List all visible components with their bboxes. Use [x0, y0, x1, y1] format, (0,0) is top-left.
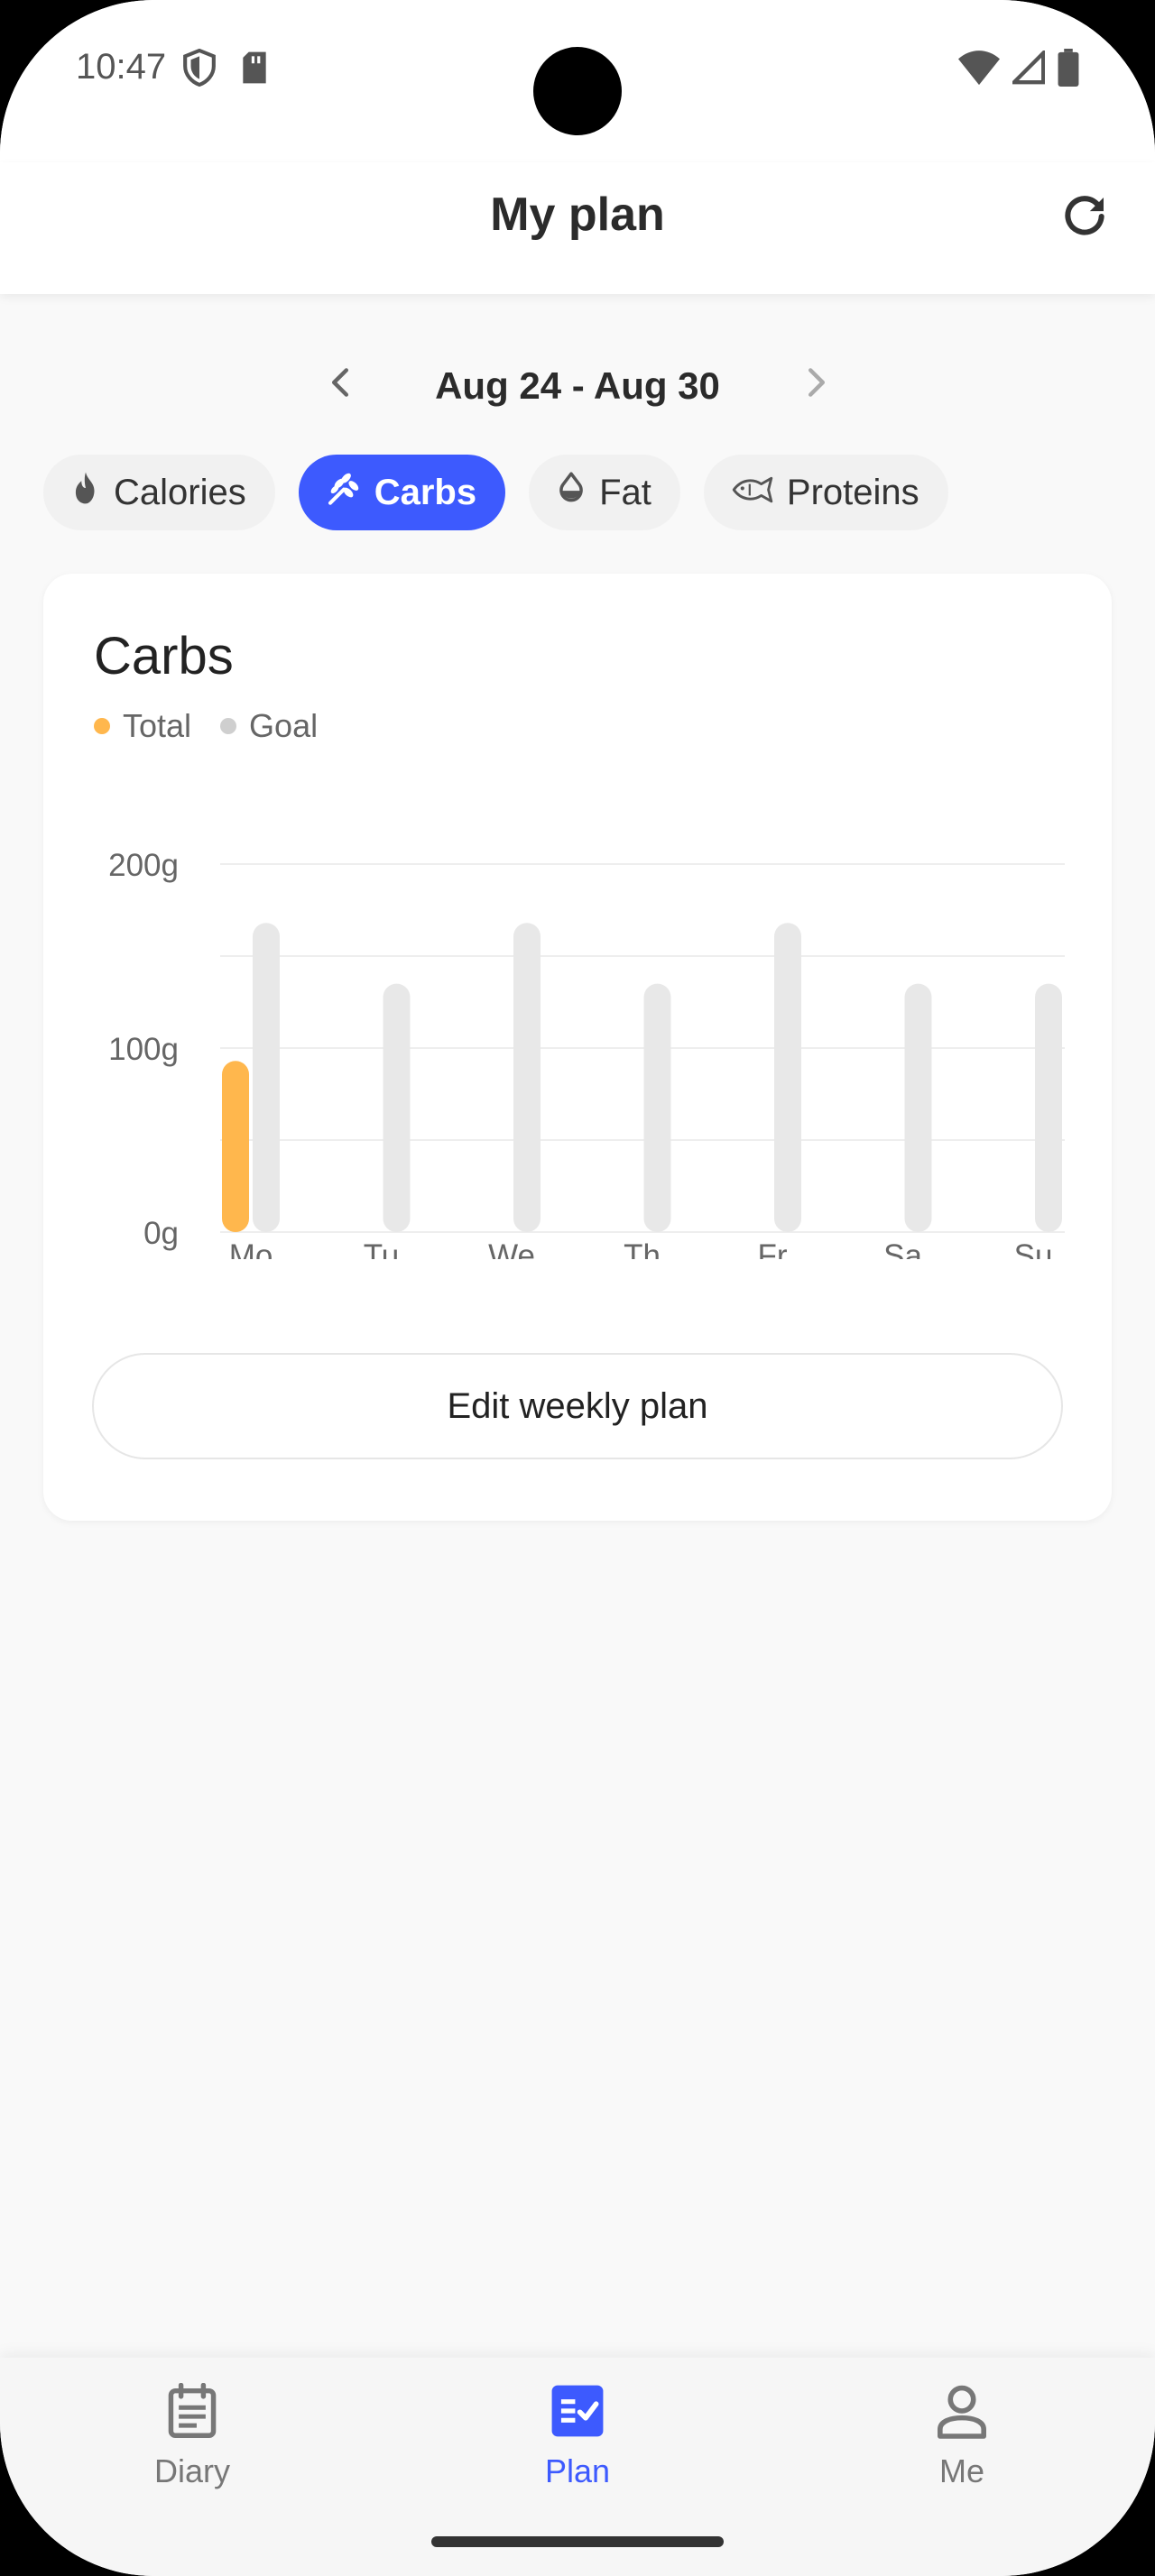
camera-cutout [533, 47, 622, 135]
bar-goal-sa [904, 983, 932, 1232]
nav-label: Plan [544, 2452, 611, 2489]
edit-weekly-plan-button[interactable]: Edit weekly plan [92, 1353, 1063, 1459]
battery-icon [1058, 49, 1079, 91]
bar-goal-tu [383, 983, 411, 1232]
chevron-right-icon [807, 367, 827, 402]
phone-screen: 10:47 My plan Aug 24 - Aug 30 Calories C… [0, 0, 1155, 2576]
legend-item-goal: Goal [220, 707, 318, 745]
bar-goal-mo [253, 923, 280, 1232]
bar-total-mo [222, 1061, 249, 1232]
diary-icon [165, 2382, 219, 2443]
page-title: My plan [490, 189, 665, 241]
refresh-icon [1059, 191, 1110, 246]
chip-label: Calories [114, 472, 246, 512]
bar-goal-fr [774, 923, 801, 1232]
fish-icon [731, 473, 774, 513]
bar-goal-we [513, 923, 541, 1232]
app-bar: My plan [0, 162, 1155, 294]
legend-label: Total [123, 707, 192, 744]
legend-item-total: Total [94, 707, 191, 745]
x-tick-label: Sa [883, 1238, 922, 1259]
x-tick-label: Tu [364, 1238, 400, 1259]
legend-label: Goal [249, 707, 319, 744]
nav-item-diary[interactable]: Diary [84, 2382, 300, 2490]
chip-fat[interactable]: Fat [529, 455, 680, 530]
shield-icon [182, 48, 217, 91]
chart-legend: Total Goal [94, 707, 318, 745]
y-tick-label: 0g [143, 1216, 179, 1251]
sd-card-icon [240, 51, 269, 89]
person-icon [937, 2383, 987, 2443]
chip-label: Carbs [374, 472, 477, 512]
y-tick-label: 200g [108, 848, 179, 883]
drop-icon [556, 471, 587, 514]
nav-label: Me [938, 2452, 984, 2489]
nav-item-plan[interactable]: Plan [469, 2383, 686, 2490]
x-tick-label: We [488, 1238, 535, 1259]
refresh-button[interactable] [1052, 186, 1117, 251]
chip-label: Proteins [786, 472, 919, 512]
x-tick-label: Th [624, 1238, 661, 1259]
nutrient-chips: Calories Carbs Fat Proteins [43, 455, 948, 530]
y-tick-label: 100g [108, 1032, 179, 1067]
chip-label: Fat [599, 472, 651, 512]
next-week-button[interactable] [794, 359, 839, 409]
wheat-icon [326, 470, 362, 515]
x-tick-label: Mo [229, 1238, 273, 1259]
bar-goal-th [643, 983, 671, 1232]
carbs-bar-chart: 0g 100g 200g Mo Tu We Th Fr Sa Su [108, 848, 1065, 1259]
plan-checklist-icon [550, 2383, 605, 2443]
x-tick-label: Su [1014, 1238, 1053, 1259]
nav-item-me[interactable]: Me [854, 2383, 1070, 2490]
chip-proteins[interactable]: Proteins [703, 455, 948, 530]
x-tick-label: Fr [757, 1238, 787, 1259]
date-navigator: Aug 24 - Aug 30 [0, 357, 1155, 411]
chip-carbs[interactable]: Carbs [298, 455, 506, 530]
bar-goal-su [1035, 983, 1062, 1232]
legend-dot-goal [220, 718, 237, 734]
card-title: Carbs [94, 627, 234, 685]
signal-icon [1009, 48, 1046, 89]
date-range: Aug 24 - Aug 30 [435, 364, 720, 407]
status-bar: 10:47 [0, 0, 1155, 162]
nutrient-card: Carbs Total Goal 0g 100g 200g Mo Tu We Th Fr Sa S… [43, 574, 1112, 1521]
legend-dot-total [94, 718, 110, 734]
flame-icon [70, 471, 101, 514]
status-time: 10:47 [76, 47, 167, 87]
wifi-icon [958, 50, 1000, 90]
home-indicator [431, 2536, 724, 2547]
nav-label: Diary [153, 2452, 230, 2489]
chip-calories[interactable]: Calories [43, 455, 275, 530]
